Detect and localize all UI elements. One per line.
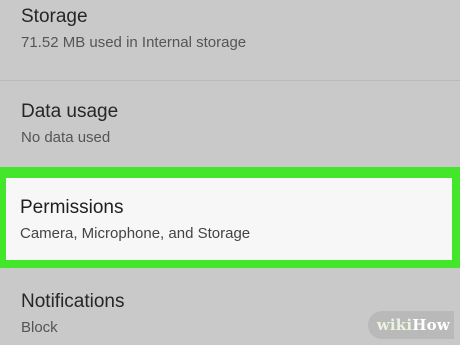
settings-item-subtitle: Camera, Microphone, and Storage [20, 225, 251, 242]
settings-item-subtitle: 71.52 MB used in Internal storage [21, 34, 247, 51]
watermark-logo: wikiHow [377, 316, 450, 334]
watermark-how: How [412, 316, 450, 334]
settings-item-title: Permissions [20, 197, 124, 218]
settings-item-title: Notifications [21, 291, 125, 312]
settings-item-title: Storage [21, 6, 88, 27]
settings-item-data-usage[interactable]: Data usage No data used [0, 101, 460, 147]
settings-item-permissions[interactable]: Permissions Camera, Microphone, and Stor… [0, 197, 460, 243]
settings-item-title: Data usage [21, 101, 119, 122]
divider [0, 80, 460, 81]
settings-item-storage[interactable]: Storage 71.52 MB used in Internal storag… [0, 6, 460, 52]
settings-item-subtitle: No data used [21, 129, 111, 146]
watermark-wiki: wiki [376, 316, 413, 334]
